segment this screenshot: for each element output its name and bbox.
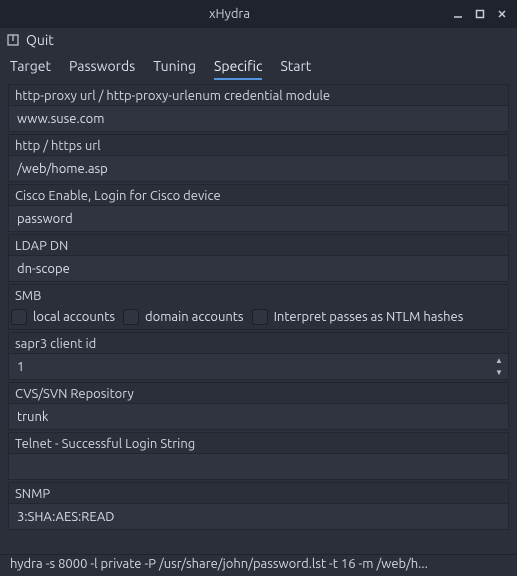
tab-start[interactable]: Start — [280, 56, 311, 80]
quit-icon[interactable] — [6, 33, 20, 47]
input-telnet[interactable] — [9, 453, 508, 479]
minimize-icon[interactable] — [451, 7, 465, 21]
checkbox-smb-domain[interactable] — [123, 309, 139, 325]
input-http-url[interactable] — [9, 155, 508, 181]
tab-tuning[interactable]: Tuning — [153, 56, 196, 80]
close-icon[interactable] — [495, 7, 509, 21]
form-panel: http-proxy url / http-proxy-urlenum cred… — [0, 80, 517, 536]
status-bar: hydra -s 8000 -l private -P /usr/share/j… — [0, 554, 517, 576]
label-ldap: LDAP DN — [15, 239, 502, 253]
chevron-up-icon[interactable]: ▲ — [491, 354, 507, 366]
label-telnet: Telnet - Successful Login String — [15, 437, 502, 451]
input-http-proxy[interactable] — [9, 105, 508, 131]
window-title: xHydra — [8, 7, 451, 21]
checkbox-smb-local[interactable] — [11, 309, 27, 325]
label-http-proxy: http-proxy url / http-proxy-urlenum cred… — [15, 89, 502, 103]
label-smb: SMB — [15, 289, 502, 303]
tab-bar: Target Passwords Tuning Specific Start — [0, 52, 517, 80]
input-sapr3[interactable] — [9, 353, 508, 379]
label-smb-local: local accounts — [33, 310, 115, 324]
label-cvssvn: CVS/SVN Repository — [15, 387, 502, 401]
label-smb-domain: domain accounts — [145, 310, 244, 324]
label-sapr3: sapr3 client id — [15, 337, 502, 351]
input-ldap[interactable] — [9, 255, 508, 281]
input-cvssvn[interactable] — [9, 403, 508, 429]
label-http-url: http / https url — [15, 139, 502, 153]
chevron-down-icon[interactable]: ▼ — [491, 366, 507, 378]
checkbox-smb-ntlm[interactable] — [252, 309, 268, 325]
label-snmp: SNMP — [15, 487, 502, 501]
menu-quit[interactable]: Quit — [26, 32, 54, 48]
label-cisco: Cisco Enable, Login for Cisco device — [15, 189, 502, 203]
label-smb-ntlm: Interpret passes as NTLM hashes — [274, 310, 464, 324]
input-snmp[interactable] — [9, 503, 508, 529]
menu-bar: Quit — [0, 28, 517, 52]
input-cisco[interactable] — [9, 205, 508, 231]
title-bar: xHydra — [0, 0, 517, 28]
maximize-icon[interactable] — [473, 7, 487, 21]
tab-specific[interactable]: Specific — [214, 56, 262, 80]
sapr3-stepper[interactable]: ▲ ▼ — [491, 354, 507, 378]
tab-passwords[interactable]: Passwords — [69, 56, 135, 80]
tab-target[interactable]: Target — [10, 56, 51, 80]
